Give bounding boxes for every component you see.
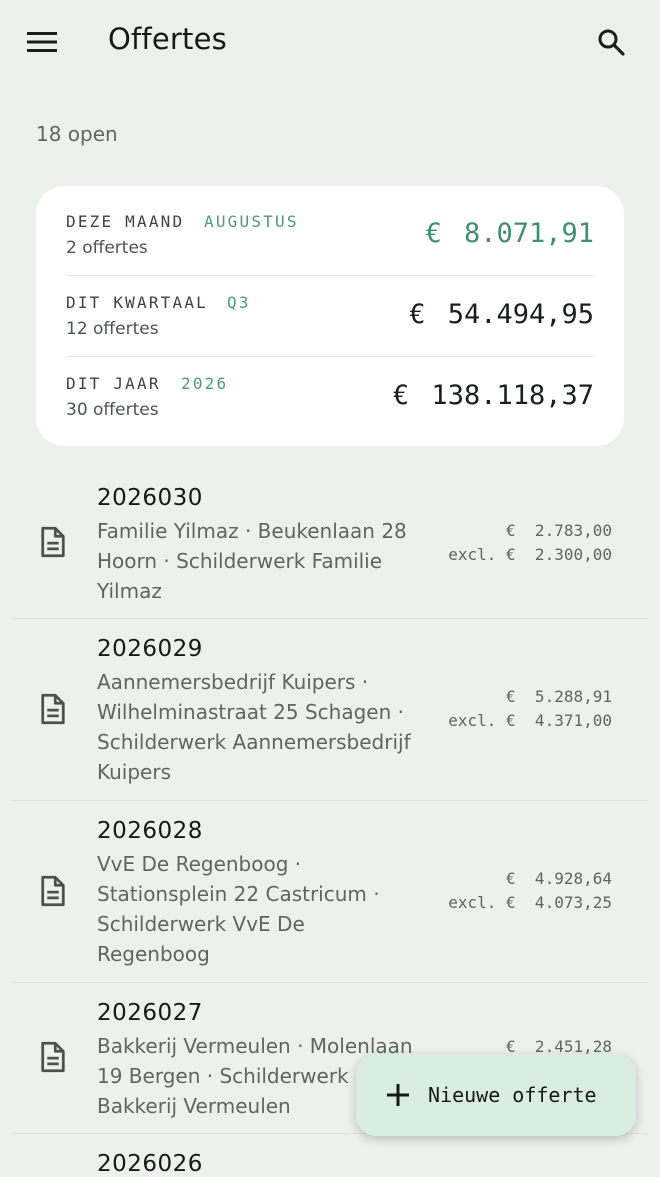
- quote-number: 2026029: [97, 636, 203, 662]
- quote-count: 12 offertes: [66, 319, 159, 339]
- quote-description: Aannemersbedrijf Kuipers · Wilhelminastr…: [97, 670, 411, 784]
- quote-number: 2026026: [97, 1151, 203, 1177]
- search-icon[interactable]: [591, 22, 631, 62]
- quote-row[interactable]: 2026030 Familie Yilmaz · Beukenlaan 28 H…: [12, 466, 648, 619]
- summary-row-month[interactable]: DEZE MAAND AUGUSTUS 2 offertes € 8.071,9…: [66, 196, 594, 276]
- menu-icon[interactable]: [22, 22, 62, 62]
- period-label: DEZE MAAND: [66, 212, 185, 231]
- period-tag: AUGUSTUS: [204, 212, 299, 231]
- period-amount: € 54.494,95: [409, 299, 594, 330]
- document-icon: [41, 693, 65, 725]
- document-icon: [41, 526, 65, 558]
- period-amount: € 138.118,37: [392, 380, 594, 411]
- period-tag: 2026: [181, 374, 229, 393]
- quote-row[interactable]: 2026026: [12, 1134, 648, 1177]
- open-count: 18 open: [36, 122, 118, 146]
- quote-number: 2026030: [97, 485, 203, 511]
- quote-count: 2 offertes: [66, 238, 148, 258]
- period-label: DIT KWARTAAL: [66, 293, 208, 312]
- summary-row-year[interactable]: DIT JAAR 2026 30 offertes € 138.118,37: [66, 358, 594, 438]
- amount-incl: € 2.783,00: [506, 521, 612, 540]
- new-quote-button[interactable]: Nieuwe offerte: [356, 1054, 636, 1136]
- document-icon: [41, 1041, 65, 1073]
- page-title: Offertes: [108, 22, 227, 56]
- divider: [66, 275, 594, 276]
- app-bar: Offertes: [0, 0, 660, 84]
- quote-row[interactable]: 2026029 Aannemersbedrijf Kuipers · Wilhe…: [12, 619, 648, 801]
- summary-card: DEZE MAAND AUGUSTUS 2 offertes € 8.071,9…: [36, 186, 624, 446]
- amount-excl: excl. € 4.371,00: [448, 711, 612, 730]
- quote-number: 2026027: [97, 1000, 203, 1026]
- quote-count: 30 offertes: [66, 400, 159, 420]
- period-tag: Q3: [227, 293, 251, 312]
- new-quote-label: Nieuwe offerte: [428, 1083, 597, 1107]
- plus-icon: [387, 1084, 409, 1106]
- divider: [66, 356, 594, 357]
- period-amount: € 8.071,91: [425, 218, 594, 249]
- quote-row[interactable]: 2026028 VvE De Regenboog · Stationsplein…: [12, 801, 648, 983]
- document-icon: [41, 875, 65, 907]
- amount-incl: € 5.288,91: [506, 687, 612, 706]
- quote-description: Familie Yilmaz · Beukenlaan 28 Hoorn · S…: [97, 519, 407, 603]
- amount-excl: excl. € 4.073,25: [448, 893, 612, 912]
- period-label: DIT JAAR: [66, 374, 161, 393]
- amount-excl: excl. € 2.300,00: [448, 545, 612, 564]
- summary-row-quarter[interactable]: DIT KWARTAAL Q3 12 offertes € 54.494,95: [66, 277, 594, 357]
- quote-description: VvE De Regenboog · Stationsplein 22 Cast…: [97, 852, 380, 966]
- amount-incl: € 4.928,64: [506, 869, 612, 888]
- quote-number: 2026028: [97, 818, 203, 844]
